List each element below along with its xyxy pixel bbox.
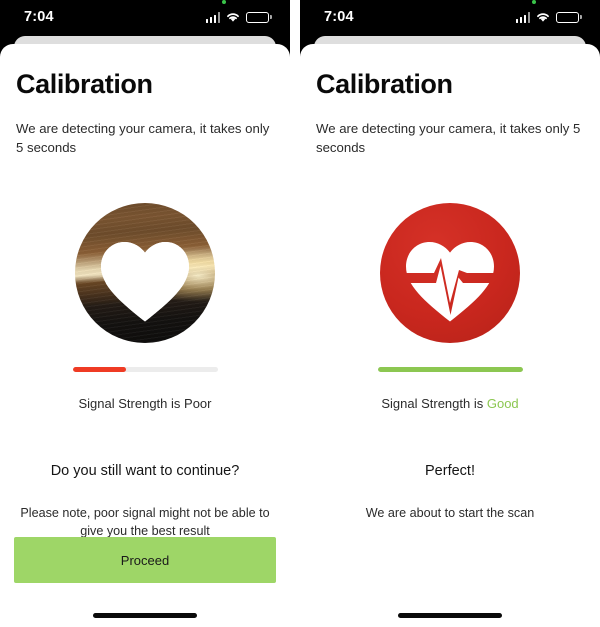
signal-strength-value: Poor (184, 396, 212, 412)
calibration-heart-graphic (75, 203, 215, 344)
phone-panel-good-signal: 7:04 Calibration We are detecting your c… (300, 0, 600, 627)
heart-ecg-cutout-mask (101, 242, 189, 322)
cellular-signal-icon (205, 12, 221, 23)
sheet-content: Calibration We are detecting your camera… (0, 44, 290, 627)
modal-sheet: Calibration We are detecting your camera… (0, 44, 290, 627)
page-title: Calibration (16, 69, 153, 99)
battery-icon (556, 11, 582, 23)
continue-prompt: Perfect! (425, 463, 475, 480)
status-bar: 7:04 (300, 0, 600, 34)
status-bar-clock: 7:04 (324, 9, 354, 25)
home-indicator[interactable] (93, 613, 197, 618)
recording-dot-icon (532, 0, 536, 4)
proceed-button[interactable]: Proceed (14, 537, 276, 583)
heart-pulse-icon (406, 242, 494, 322)
signal-strength-progress (72, 367, 218, 373)
wifi-icon (537, 13, 550, 22)
calibration-heart-graphic (380, 203, 520, 344)
status-bar-icons (515, 0, 582, 23)
wifi-icon (227, 13, 240, 22)
phone-panel-poor-signal: 7:04 Calibration We are detecting your c… (0, 0, 290, 627)
poor-signal-note: Please note, poor signal might not be ab… (20, 506, 270, 539)
status-bar-clock: 7:04 (24, 9, 54, 25)
modal-sheet: Calibration We are detecting your camera… (300, 44, 600, 627)
signal-strength-progress (377, 367, 523, 373)
signal-strength-progress-fill (377, 367, 523, 373)
scan-ready-note: We are about to start the scan (365, 506, 535, 521)
signal-strength-label: Signal Strength is (381, 396, 484, 412)
screenshot-stage: 7:04 Calibration We are detecting your c… (0, 0, 600, 627)
cellular-signal-icon (515, 12, 531, 23)
recording-dot-icon (222, 0, 226, 4)
page-title: Calibration (316, 69, 453, 99)
signal-strength-value: Good (486, 396, 519, 412)
page-subtitle: We are detecting your camera, it takes o… (316, 121, 581, 155)
signal-strength-progress-fill (72, 367, 127, 373)
signal-strength-label: Signal Strength is (78, 396, 181, 412)
status-bar: 7:04 (0, 0, 290, 34)
page-subtitle: We are detecting your camera, it takes o… (16, 121, 270, 155)
signal-strength-status: Signal Strength is Poor (16, 396, 274, 411)
battery-icon (246, 11, 272, 23)
status-bar-icons (205, 0, 272, 23)
home-indicator[interactable] (398, 613, 502, 618)
sheet-content: Calibration We are detecting your camera… (300, 44, 600, 627)
signal-strength-status: Signal Strength is Good (316, 396, 584, 411)
continue-prompt: Do you still want to continue? (50, 463, 240, 480)
